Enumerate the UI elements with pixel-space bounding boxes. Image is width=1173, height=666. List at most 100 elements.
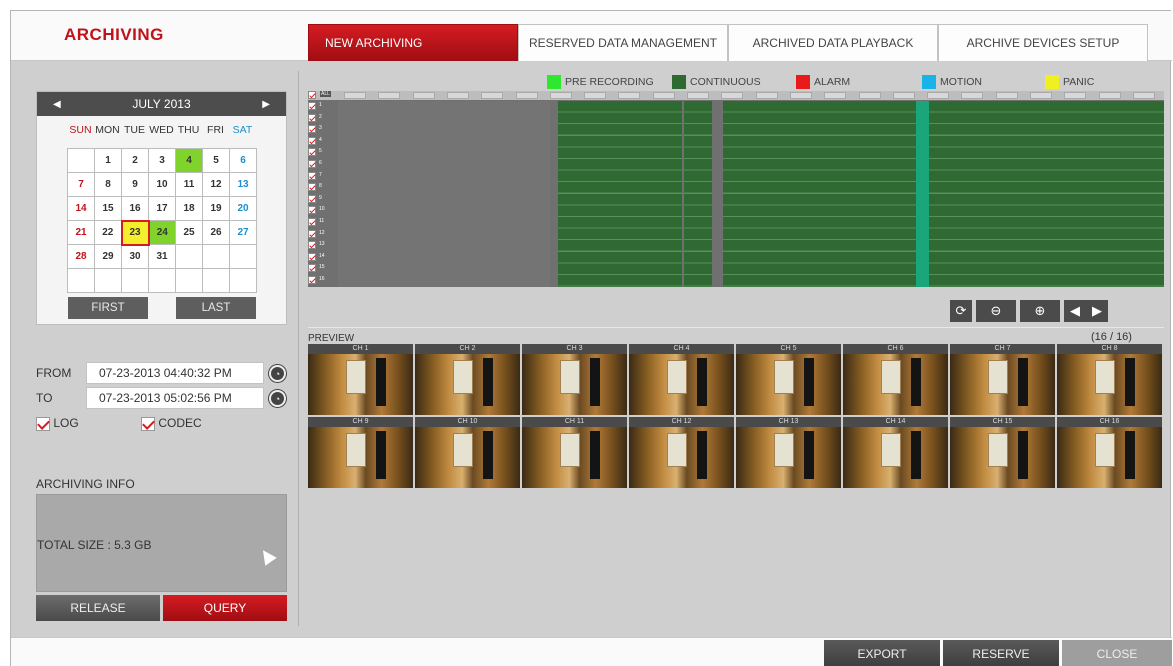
calendar-day[interactable]: 10 xyxy=(148,172,176,197)
zoom-in-icon[interactable]: ⊕ xyxy=(1020,300,1060,322)
codec-option[interactable]: CODEC xyxy=(141,416,202,431)
channel-checkbox[interactable] xyxy=(308,206,316,215)
calendar-day[interactable]: 28 xyxy=(67,244,95,269)
clock-icon[interactable]: ◔ xyxy=(269,390,286,407)
channel-checkbox[interactable] xyxy=(308,171,316,180)
calendar-day[interactable]: 22 xyxy=(94,220,122,245)
calendar-day[interactable]: 2 xyxy=(121,148,149,173)
thumbnail-channel-label: CH 8 xyxy=(1057,344,1162,354)
preview-thumbnail[interactable]: CH 7 xyxy=(950,344,1055,415)
preview-thumbnail[interactable]: CH 3 xyxy=(522,344,627,415)
preview-thumbnail[interactable]: CH 6 xyxy=(843,344,948,415)
preview-thumbnail[interactable]: CH 12 xyxy=(629,417,734,488)
calendar-empty-cell xyxy=(148,268,176,293)
channel-checkbox[interactable] xyxy=(308,194,316,203)
timeline-hour-tick xyxy=(824,92,847,99)
channel-checkbox[interactable] xyxy=(308,160,316,168)
next-icon[interactable]: ▶ xyxy=(1086,300,1108,322)
preview-thumbnail[interactable]: CH 10 xyxy=(415,417,520,488)
channel-checkbox[interactable] xyxy=(308,276,316,284)
recording-timeline[interactable]: ALL 1 2 3 4 5 6 7 8 9 10 11 12 13 14 15 16 xyxy=(308,91,1164,287)
calendar-day[interactable]: 21 xyxy=(67,220,95,245)
channel-checkbox[interactable] xyxy=(308,183,316,192)
preview-thumbnail[interactable]: CH 16 xyxy=(1057,417,1162,488)
calendar-day[interactable]: 18 xyxy=(175,196,203,221)
channel-checkbox[interactable] xyxy=(308,148,316,157)
channel-number: 13 xyxy=(319,241,325,248)
preview-thumbnail[interactable]: CH 13 xyxy=(736,417,841,488)
tab-reserved-data-management[interactable]: RESERVED DATA MANAGEMENT xyxy=(518,24,728,61)
log-checkbox[interactable] xyxy=(36,416,50,431)
calendar-day[interactable]: 11 xyxy=(175,172,203,197)
close-button[interactable]: CLOSE xyxy=(1062,640,1172,666)
preview-thumbnail[interactable]: CH 2 xyxy=(415,344,520,415)
preview-thumbnail[interactable]: CH 1 xyxy=(308,344,413,415)
first-button[interactable]: FIRST xyxy=(68,297,148,319)
thumbnail-channel-label: CH 6 xyxy=(843,344,948,354)
channel-checkbox[interactable] xyxy=(308,241,316,250)
calendar-day[interactable]: 6 xyxy=(229,148,257,173)
channel-checkbox[interactable] xyxy=(308,252,316,261)
calendar-day[interactable]: 5 xyxy=(202,148,230,173)
channel-checkbox[interactable] xyxy=(308,229,316,238)
camera-image-window xyxy=(988,433,1008,467)
calendar-day[interactable]: 27 xyxy=(229,220,257,245)
export-button[interactable]: EXPORT xyxy=(824,640,940,666)
calendar-day[interactable]: 12 xyxy=(202,172,230,197)
channel-checkbox[interactable] xyxy=(308,136,316,145)
calendar-day[interactable]: 24 xyxy=(148,220,176,245)
continuous-segment xyxy=(929,101,1164,287)
channel-checkbox[interactable] xyxy=(308,113,316,122)
codec-checkbox[interactable] xyxy=(141,416,155,431)
query-button[interactable]: QUERY xyxy=(163,595,287,621)
calendar-day[interactable]: 25 xyxy=(175,220,203,245)
log-option[interactable]: LOG xyxy=(36,416,79,431)
channel-checkbox[interactable] xyxy=(308,102,316,110)
selected-range-marker[interactable] xyxy=(916,101,929,287)
calendar-day[interactable]: 29 xyxy=(94,244,122,269)
preview-thumbnail[interactable]: CH 11 xyxy=(522,417,627,488)
calendar-day[interactable]: 20 xyxy=(229,196,257,221)
preview-thumbnail[interactable]: CH 9 xyxy=(308,417,413,488)
refresh-icon[interactable]: ⟳ xyxy=(950,300,972,322)
preview-thumbnail[interactable]: CH 5 xyxy=(736,344,841,415)
calendar-day[interactable]: 15 xyxy=(94,196,122,221)
preview-thumbnail[interactable]: CH 4 xyxy=(629,344,734,415)
preview-thumbnail[interactable]: CH 15 xyxy=(950,417,1055,488)
release-button[interactable]: RELEASE xyxy=(36,595,160,621)
calendar-day[interactable]: 30 xyxy=(121,244,149,269)
preview-thumbnail[interactable]: CH 14 xyxy=(843,417,948,488)
calendar-day[interactable]: 31 xyxy=(148,244,176,269)
reserve-button[interactable]: RESERVE xyxy=(943,640,1059,666)
select-all-checkbox[interactable] xyxy=(308,91,316,99)
calendar-day[interactable]: 4 xyxy=(175,148,203,173)
calendar-day[interactable]: 7 xyxy=(67,172,95,197)
clock-icon[interactable]: ◔ xyxy=(269,365,286,382)
calendar-day[interactable]: 1 xyxy=(94,148,122,173)
calendar-day[interactable]: 8 xyxy=(94,172,122,197)
zoom-out-icon[interactable]: ⊖ xyxy=(976,300,1016,322)
calendar-day[interactable]: 23 xyxy=(120,219,150,246)
tab-new-archiving[interactable]: NEW ARCHIVING xyxy=(308,24,518,61)
calendar-day[interactable]: 19 xyxy=(202,196,230,221)
channel-checkbox[interactable] xyxy=(308,125,316,134)
calendar-day[interactable]: 13 xyxy=(229,172,257,197)
calendar-day[interactable]: 26 xyxy=(202,220,230,245)
calendar-day[interactable]: 16 xyxy=(121,196,149,221)
calendar-day[interactable]: 3 xyxy=(148,148,176,173)
from-datetime-field[interactable]: 07-23-2013 04:40:32 PM xyxy=(86,362,264,384)
tab-archive-devices-setup[interactable]: ARCHIVE DEVICES SETUP xyxy=(938,24,1148,61)
calendar-day[interactable]: 17 xyxy=(148,196,176,221)
channel-checkbox[interactable] xyxy=(308,218,316,226)
calendar-day[interactable]: 14 xyxy=(67,196,95,221)
timeline-hour-tick xyxy=(652,92,675,99)
prev-icon[interactable]: ◀ xyxy=(1064,300,1086,322)
preview-thumbnail[interactable]: CH 8 xyxy=(1057,344,1162,415)
triangle-right-icon[interactable]: ▶ xyxy=(262,99,270,110)
last-button[interactable]: LAST xyxy=(176,297,256,319)
calendar-day[interactable]: 9 xyxy=(121,172,149,197)
channel-checkbox[interactable] xyxy=(308,264,316,273)
triangle-left-icon[interactable]: ◀ xyxy=(53,99,61,110)
tab-archived-data-playback[interactable]: ARCHIVED DATA PLAYBACK xyxy=(728,24,938,61)
to-datetime-field[interactable]: 07-23-2013 05:02:56 PM xyxy=(86,387,264,409)
